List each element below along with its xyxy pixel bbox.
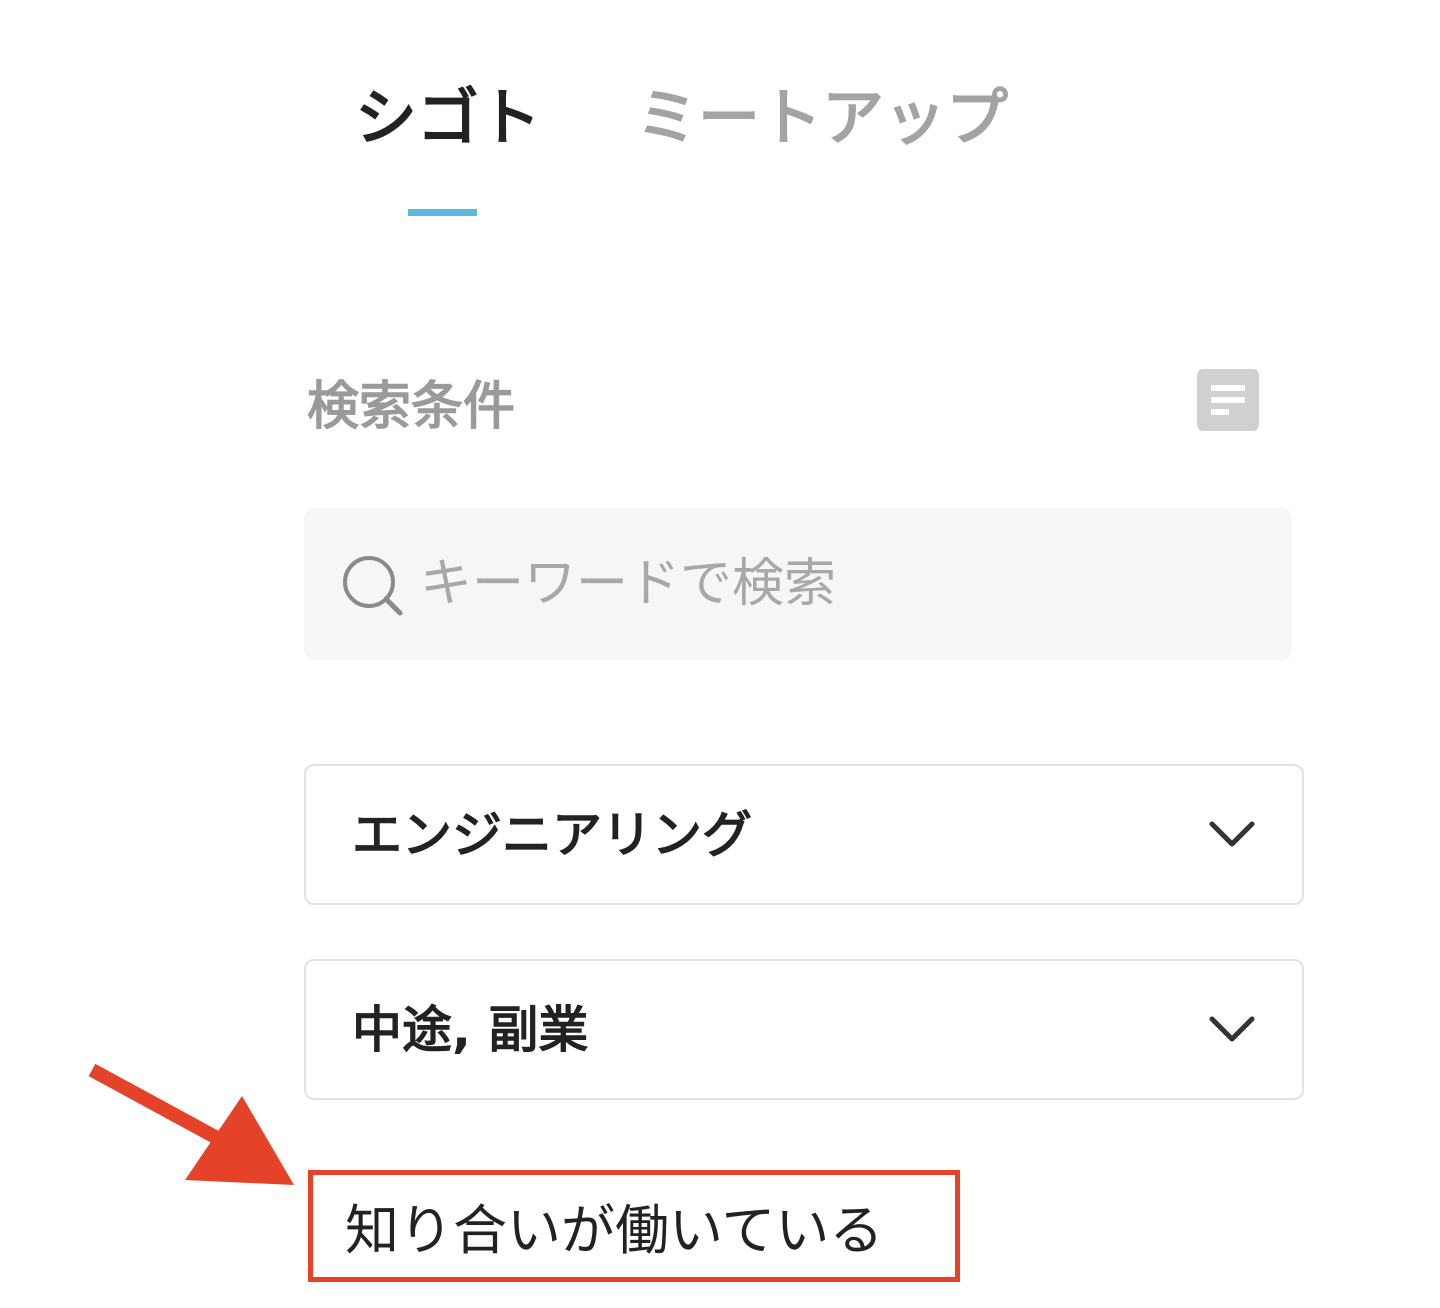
search-input[interactable] <box>420 546 1280 622</box>
search-icon <box>343 556 403 616</box>
employment-type-select[interactable]: 中途, 副業 <box>304 959 1304 1100</box>
job-category-value: エンジニアリング <box>352 806 752 864</box>
document-line <box>1211 385 1245 391</box>
tab-shigoto[interactable]: シゴト <box>355 78 541 158</box>
document-list-icon[interactable] <box>1197 369 1259 431</box>
annotation-arrow-icon <box>88 1063 294 1185</box>
job-category-select[interactable]: エンジニアリング <box>304 764 1304 905</box>
employment-type-value: 中途, 副業 <box>352 1001 589 1059</box>
document-line <box>1211 397 1245 403</box>
chevron-down-icon <box>1209 821 1255 847</box>
search-conditions-title: 検索条件 <box>307 377 516 437</box>
active-tab-indicator <box>408 209 477 216</box>
acquaintance-filter-label[interactable]: 知り合いが働いている <box>345 1194 883 1268</box>
tab-bar: シゴト ミートアップ <box>0 0 1440 230</box>
document-line <box>1211 409 1229 415</box>
tab-meetup[interactable]: ミートアップ <box>636 78 1008 158</box>
chevron-down-icon <box>1209 1016 1255 1042</box>
